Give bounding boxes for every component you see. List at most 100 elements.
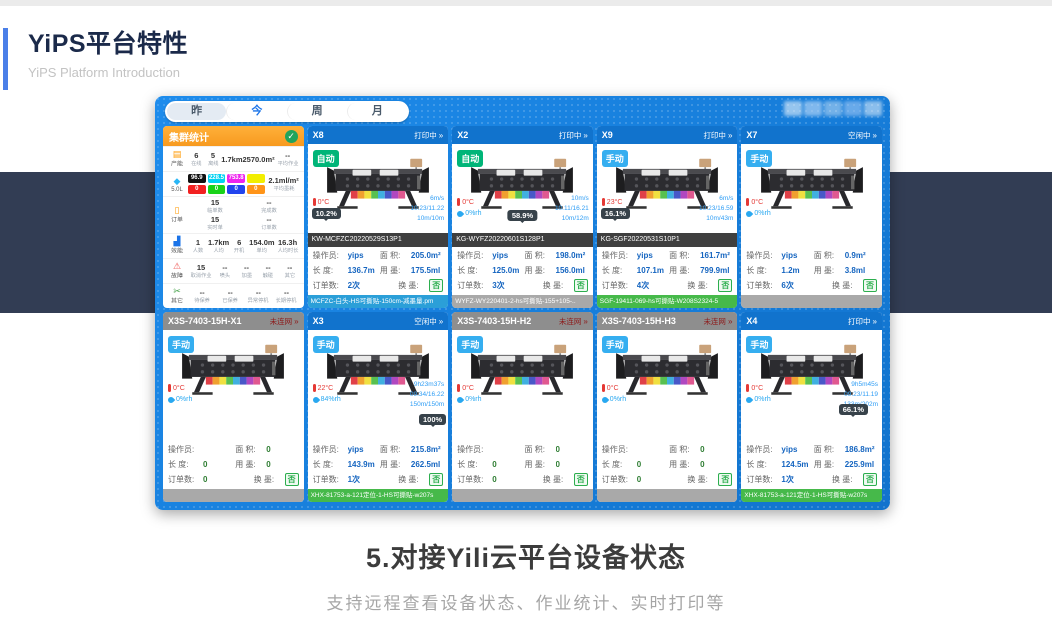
status-icon: »: [583, 317, 587, 326]
device-info: 操作员: yips 面 积: 215.8m² 长 度: 143.9m 用 墨: …: [308, 441, 449, 487]
droplet-icon: [167, 395, 175, 403]
status-icon: »: [439, 131, 443, 140]
temperature: 0°C: [168, 384, 192, 392]
stats-row-label: 5.0L: [168, 186, 187, 192]
length-label: 长 度:: [313, 459, 348, 470]
length-label: 长 度:: [457, 459, 492, 470]
stat-value: 15: [188, 198, 242, 207]
mode-badge[interactable]: 手动: [602, 336, 628, 353]
ink-change-label: 换 墨:: [543, 474, 574, 485]
stat-value: --: [188, 288, 216, 297]
page-title: YiPS平台特性: [28, 24, 188, 60]
temperature: 23°C: [602, 198, 630, 206]
mode-badge[interactable]: 手动: [457, 336, 483, 353]
tab-today[interactable]: 今: [226, 103, 286, 120]
device-status[interactable]: 打印中 »: [703, 130, 732, 141]
ink-change-badge[interactable]: 否: [574, 279, 588, 292]
stat-cell: --其它: [279, 263, 301, 280]
device-card[interactable]: X2 打印中 » 自动 0°C 0%rh 10m/s10.11/16.2110m…: [452, 126, 593, 308]
device-status[interactable]: 未连网 »: [559, 316, 588, 327]
device-status[interactable]: 打印中 »: [414, 130, 443, 141]
device-card-header: X2 打印中 »: [452, 126, 593, 144]
job-code-bar: KG-WYFZ20220601S128P1: [452, 233, 593, 247]
device-name: X4: [746, 316, 757, 326]
device-status[interactable]: 未连网 »: [703, 316, 732, 327]
ink-change-badge[interactable]: 否: [574, 473, 588, 486]
environment-readings: 0°C 0%rh: [168, 384, 192, 403]
stats-body: ▤产能6在线5离线1.7km2570.0m²--平均作业◆5.0L96.9228…: [163, 146, 304, 308]
ink-change-badge[interactable]: 否: [863, 473, 877, 486]
mode-badge[interactable]: 手动: [168, 336, 194, 353]
stat-label: 订单数: [247, 225, 290, 231]
device-status[interactable]: 未连网 »: [270, 316, 299, 327]
stat-label: 平均作业: [277, 160, 298, 166]
mode-badge[interactable]: 手动: [313, 336, 339, 353]
device-status[interactable]: 打印中 »: [848, 316, 877, 327]
orders-label: 订单数:: [746, 474, 781, 485]
mode-badge[interactable]: 自动: [313, 150, 339, 167]
print-metric: 10.23/16.59: [699, 204, 733, 214]
ink-change-badge[interactable]: 否: [429, 279, 443, 292]
job-name-bar: XHX-81753-a-121定位-1-HS可撕贴-w207s: [741, 489, 882, 502]
other-icon: ✂: [166, 286, 188, 296]
status-icon: »: [873, 317, 877, 326]
device-card[interactable]: X3 空闲中 » 手动 22°C 84%rh 9h23m37s09.34/16.…: [308, 312, 449, 502]
ink-change-badge[interactable]: 否: [718, 473, 732, 486]
device-status-label: 打印中: [414, 130, 437, 141]
device-card[interactable]: X7 空闲中 » 手动 0°C 0%rh: [741, 126, 882, 308]
ink-value: 0: [556, 460, 588, 469]
stat-cell: 6开机: [229, 238, 249, 255]
stat-value: --: [216, 288, 244, 297]
tab-yesterday[interactable]: 昨: [167, 103, 226, 120]
ink-change-badge[interactable]: 否: [718, 279, 732, 292]
stat-value: --: [236, 263, 258, 272]
print-progress-info: 9h23m37s09.34/16.22150m/150m: [410, 380, 444, 410]
length-value: 124.5m: [781, 460, 813, 469]
device-info: 操作员: 面 积: 0 长 度: 0 用 墨: 0 订单数: 0 换 墨: 否: [452, 441, 593, 487]
caption: 5.对接Yili云平台设备状态 支持远程查看设备状态、作业统计、实时打印等: [0, 536, 1052, 614]
environment-readings: 22°C 84%rh: [313, 384, 341, 403]
ink-change-label: 换 墨:: [254, 474, 285, 485]
device-status[interactable]: 空闲中 »: [848, 130, 877, 141]
stat-label: 单均: [252, 247, 272, 253]
orders-label: 订单数:: [746, 280, 781, 291]
progress-tooltip: 16.1%: [601, 208, 630, 219]
ink-change-badge[interactable]: 否: [863, 279, 877, 292]
ink-label: 用 墨:: [235, 459, 266, 470]
device-card[interactable]: X3S-7403-15H-X1 未连网 » 手动 0°C 0%rh: [163, 312, 304, 502]
job-name-bar: [163, 489, 304, 502]
device-status[interactable]: 空闲中 »: [414, 316, 443, 327]
ink-value: 0: [266, 460, 298, 469]
mode-badge[interactable]: 手动: [746, 336, 772, 353]
device-status[interactable]: 打印中 »: [559, 130, 588, 141]
print-metric: 9h23m37s: [410, 380, 444, 390]
ink-level-chip: 96.9: [188, 174, 206, 183]
mode-badge[interactable]: 手动: [746, 150, 772, 167]
mode-badge[interactable]: 自动: [457, 150, 483, 167]
device-card-header: X4 打印中 »: [741, 312, 882, 330]
length-value: 143.9m: [348, 460, 380, 469]
ink-label: 用 墨:: [669, 459, 700, 470]
device-card[interactable]: X3S-7403-15H-H3 未连网 » 手动 0°C 0%rh: [597, 312, 738, 502]
length-value: 1.2m: [781, 266, 813, 275]
device-card[interactable]: X9 打印中 » 手动 23°C 84%rh 6m/s10.23/16.5910…: [597, 126, 738, 308]
mode-badge[interactable]: 手动: [602, 150, 628, 167]
tab-month[interactable]: 月: [347, 103, 407, 120]
ink-value: 0: [700, 460, 732, 469]
device-status-label: 未连网: [703, 316, 726, 327]
stats-header[interactable]: 集群统计 ✓: [163, 126, 304, 146]
area-value: 215.8m²: [411, 445, 443, 454]
device-card[interactable]: X3S-7403-15H-H2 未连网 » 手动 0°C 0%rh: [452, 312, 593, 502]
device-status-label: 空闲中: [848, 130, 871, 141]
job-name-bar: [452, 489, 593, 502]
ink-change-badge[interactable]: 否: [429, 473, 443, 486]
job-name-bar: [741, 295, 882, 308]
device-card[interactable]: X4 打印中 » 手动 0°C 0%rh 9h5m45s09.23/11.191…: [741, 312, 882, 502]
ink-change-badge[interactable]: 否: [285, 473, 299, 486]
printer-zone: 手动 0°C 0%rh: [452, 330, 593, 441]
stat-cell: --平均作业: [275, 151, 301, 168]
device-card[interactable]: X8 打印中 » 自动 0°C 0%rh 6m/s10.23/11.2210m/…: [308, 126, 449, 308]
progress-tooltip: 66.1%: [839, 404, 868, 415]
efficiency-chart-icon: ▟: [166, 236, 188, 246]
tab-week[interactable]: 周: [287, 103, 347, 120]
